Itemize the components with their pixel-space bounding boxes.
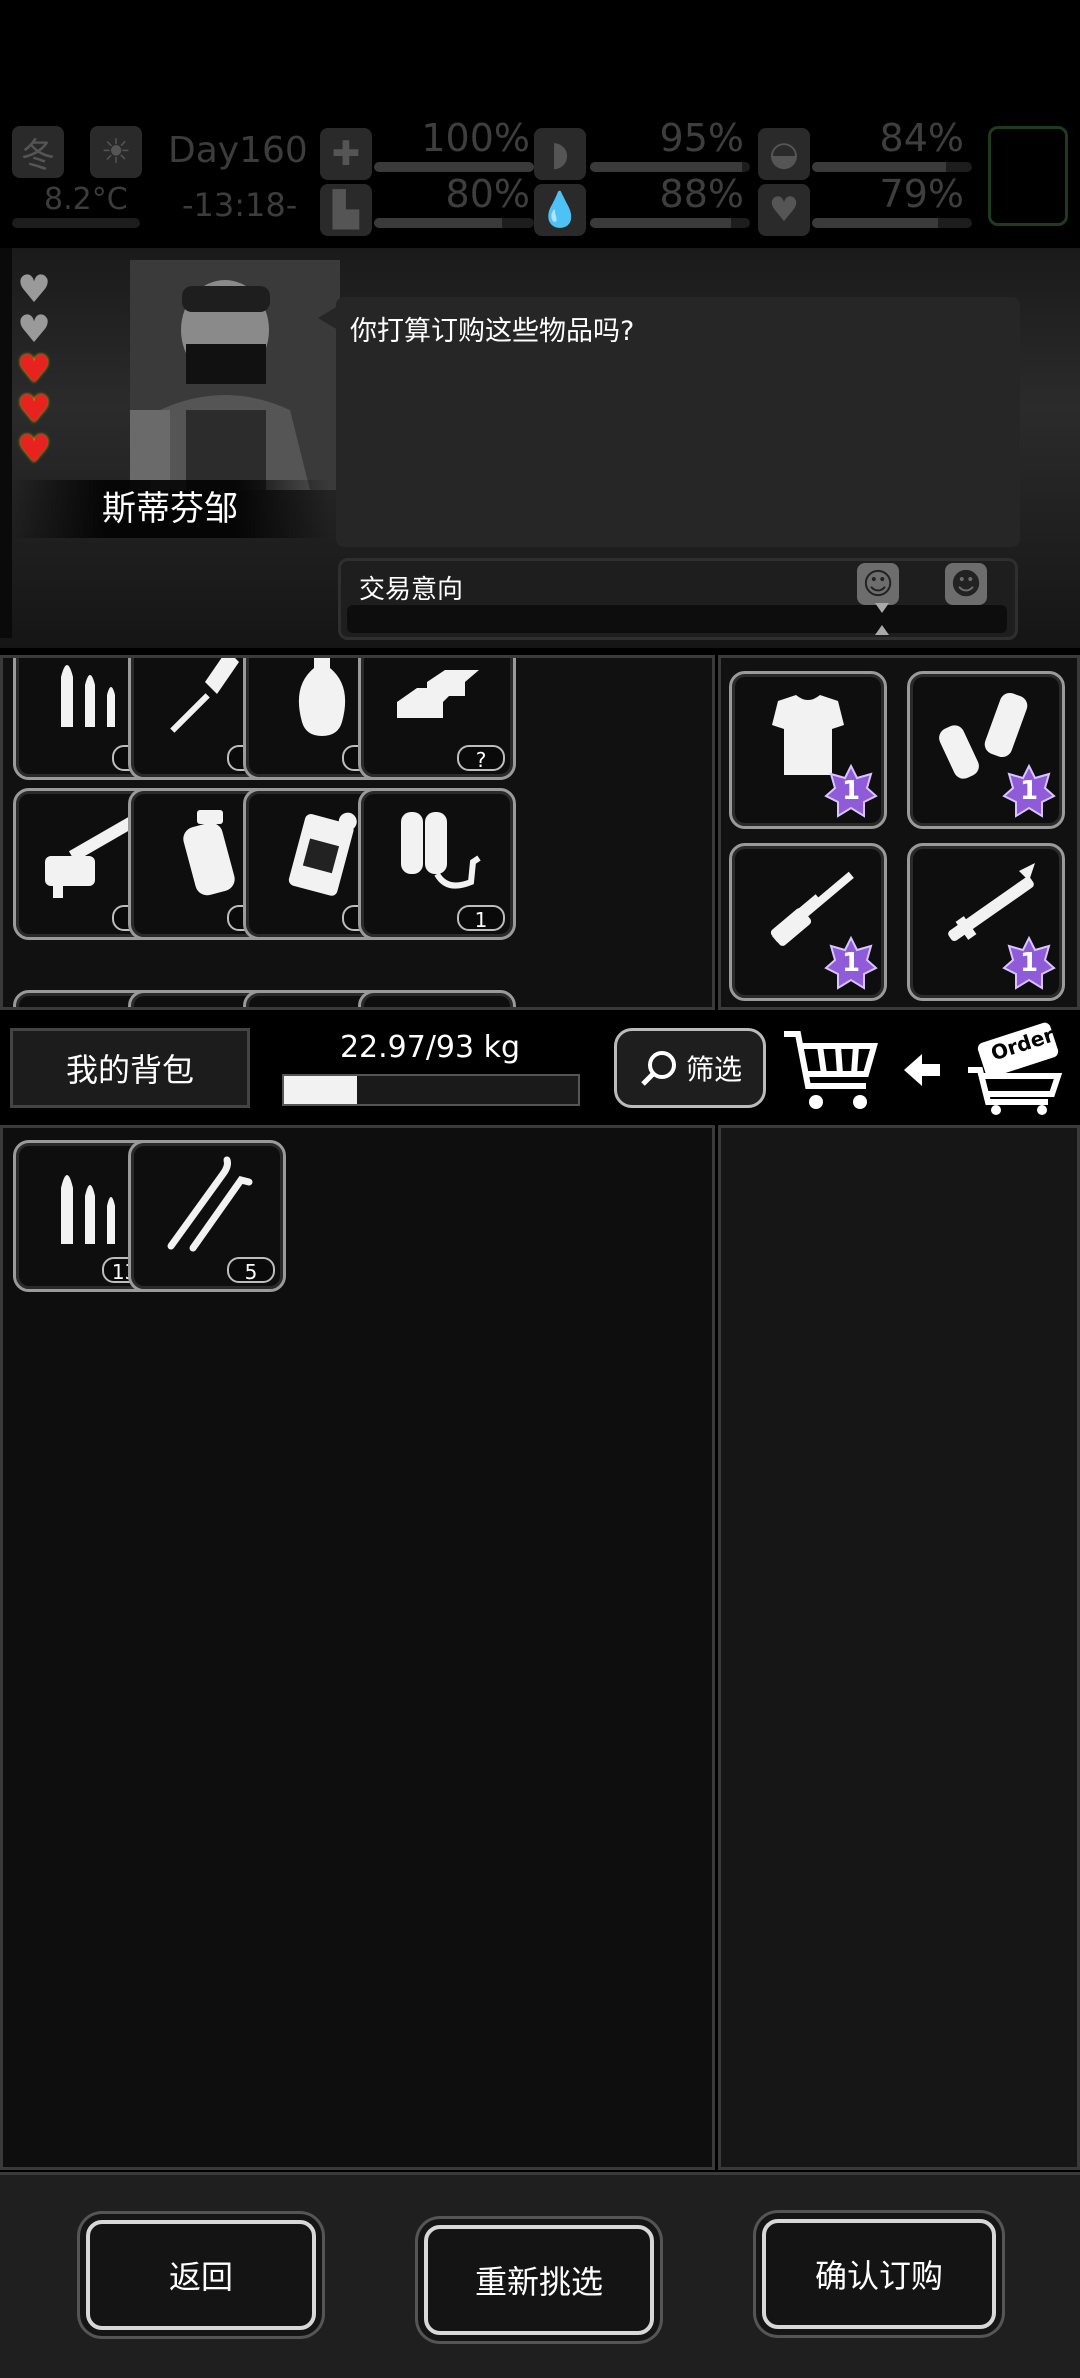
- my-backpack-tab[interactable]: 我的背包: [10, 1028, 250, 1108]
- carry-weight-fill: [284, 1076, 357, 1104]
- cart-slot-arm-guards[interactable]: 1: [907, 671, 1065, 829]
- item-quantity: 1: [457, 905, 505, 932]
- quantity-badge: 1: [1002, 763, 1056, 818]
- gold-bars-icon: [361, 658, 513, 747]
- pill-icon: ◒: [758, 128, 810, 180]
- stat-hunger: 95%: [659, 116, 744, 160]
- thirst-bar: [590, 218, 750, 228]
- shop-slot-gold-bars[interactable]: ?: [358, 658, 516, 780]
- temperature: 8.2°C: [44, 182, 128, 217]
- item-quantity: 5: [227, 1257, 275, 1284]
- my-backpack-label: 我的背包: [65, 1051, 194, 1089]
- heart-empty-icon: ♥: [16, 307, 52, 351]
- carry-weight-bar: [282, 1074, 580, 1106]
- reselect-button[interactable]: 重新挑选: [424, 2225, 654, 2335]
- scene-left-edge: [0, 248, 12, 638]
- quantity-badge: 1: [824, 935, 878, 990]
- water-drop-icon: 💧: [534, 184, 586, 236]
- filter-label: 筛选: [685, 1053, 742, 1086]
- status-bar: 冬 ☀ 8.2°C Day160 -13:18- ✚ 100% ◗ 95% ◒ …: [0, 110, 1080, 240]
- health-bar: [374, 162, 534, 172]
- backpack-inventory[interactable]: 130 5: [0, 1125, 715, 2170]
- stat-health: 100%: [421, 116, 530, 160]
- stat-stamina: 80%: [445, 172, 530, 216]
- happy-face-icon: ☻: [945, 563, 987, 605]
- bottom-action-bar: 返回 重新挑选 确认订购: [0, 2172, 1080, 2378]
- trade-intention-track: [347, 605, 1007, 633]
- stamina-bar: [374, 218, 534, 228]
- stat-mood: 79%: [879, 172, 964, 216]
- item-detail-panel: [718, 1125, 1080, 2170]
- inventory-slot-lockpick[interactable]: 5: [128, 1140, 286, 1292]
- confirm-order-button[interactable]: 确认订购: [762, 2219, 996, 2329]
- lockpick-icon: [131, 1149, 283, 1259]
- hunger-bar: [590, 162, 750, 172]
- health-kit-icon: ✚: [320, 128, 372, 180]
- cart-slot-rocket-launcher[interactable]: 1: [907, 843, 1065, 1001]
- boot-icon: ▙: [320, 184, 372, 236]
- dialog-box: 你打算订购这些物品吗?: [336, 297, 1020, 547]
- trade-marker-bottom: [875, 625, 889, 635]
- shop-slot-partial[interactable]: [358, 990, 516, 1007]
- arrow-left-icon: [902, 1052, 942, 1092]
- back-button[interactable]: 返回: [86, 2220, 316, 2330]
- trade-intention-label: 交易意向: [359, 575, 464, 605]
- heart-filled-icon: ♥: [16, 347, 52, 391]
- cart-slot-sniper-rifle[interactable]: 1: [729, 843, 887, 1001]
- npc-portrait[interactable]: [130, 260, 340, 490]
- heart-icon: ♥: [758, 184, 810, 236]
- order-cart-panel[interactable]: 1 1 1 1: [718, 655, 1080, 1010]
- sun-icon: ☀: [90, 126, 142, 178]
- flamethrower-icon: [361, 797, 513, 907]
- stomach-icon: ◗: [534, 128, 586, 180]
- neutral-face-icon: ☺: [857, 563, 899, 605]
- map-button[interactable]: [988, 126, 1068, 226]
- trade-intention-panel: 交易意向 ☺ ☻: [338, 558, 1018, 640]
- dialog-text: 你打算订购这些物品吗?: [350, 316, 635, 347]
- heart-filled-icon: ♥: [16, 387, 52, 431]
- merchant-inventory[interactable]: ? ? ? ? 1 ? ?: [0, 655, 715, 1010]
- affinity-hearts: ♥ ♥ ♥ ♥ ♥: [14, 267, 54, 471]
- clock: -13:18-: [182, 186, 298, 224]
- filter-button[interactable]: 筛选: [614, 1028, 766, 1108]
- season-icon: 冬: [12, 126, 64, 178]
- heart-empty-icon: ♥: [16, 267, 52, 311]
- cart-slot-body-armor[interactable]: 1: [729, 671, 887, 829]
- stat-thirst: 88%: [659, 172, 744, 216]
- dialog-pointer: [318, 306, 338, 330]
- shop-slot-flamethrower[interactable]: 1: [358, 788, 516, 940]
- quantity-badge: 1: [1002, 935, 1056, 990]
- trade-marker-top: [875, 603, 889, 613]
- heart-filled-icon: ♥: [16, 427, 52, 471]
- npc-name: 斯蒂芬邹: [10, 480, 330, 538]
- order-cart-icon[interactable]: Order: [962, 1020, 1072, 1116]
- day-counter: Day160: [168, 130, 308, 171]
- reselect-button-label: 重新挑选: [474, 2263, 603, 2301]
- carry-weight-text: 22.97/93 kg: [339, 1030, 521, 1065]
- stat-medicine: 84%: [879, 116, 964, 160]
- back-button-label: 返回: [168, 2258, 233, 2296]
- mood-bar: [812, 218, 972, 228]
- confirm-order-label: 确认订购: [814, 2257, 943, 2295]
- cart-icon[interactable]: [780, 1026, 880, 1118]
- magnifier-icon: [641, 1051, 676, 1086]
- quantity-badge: 1: [824, 763, 878, 818]
- temperature-bar: [12, 218, 140, 228]
- item-quantity: ?: [457, 745, 505, 772]
- medicine-bar: [812, 162, 972, 172]
